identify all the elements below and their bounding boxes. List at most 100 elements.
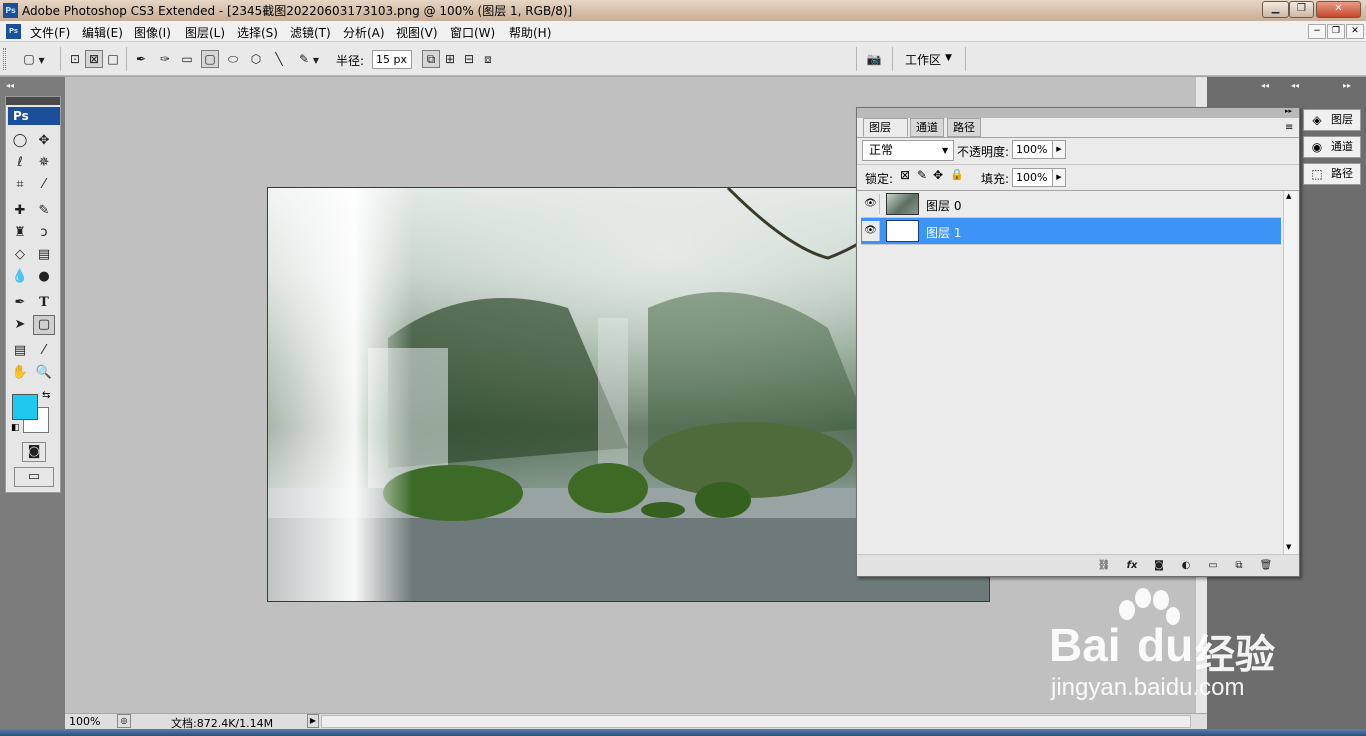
pen-tool[interactable]: ✒ xyxy=(9,293,31,313)
workspace-menu[interactable]: 工作区 xyxy=(905,51,941,68)
layer-style-icon[interactable]: fx xyxy=(1123,558,1141,573)
visibility-eye-icon[interactable]: 👁 xyxy=(862,194,880,214)
collapse-icon[interactable]: ◂◂ xyxy=(6,81,14,90)
layer-row-1[interactable]: 👁 图层 1 xyxy=(861,218,1281,245)
slice-tool[interactable]: ⁄ xyxy=(33,175,55,195)
adjustment-layer-icon[interactable]: ◐ xyxy=(1177,558,1195,573)
fill-slider-button[interactable]: ▶ xyxy=(1052,168,1066,187)
magic-wand-tool[interactable]: ✵ xyxy=(33,153,55,173)
new-group-icon[interactable]: ▭ xyxy=(1204,558,1222,573)
menu-image[interactable]: 图像(I) xyxy=(134,24,171,41)
lock-position-icon[interactable]: ✥ xyxy=(933,168,943,182)
rounded-rectangle-tool[interactable]: ▢ xyxy=(33,315,55,335)
horizontal-scrollbar[interactable] xyxy=(321,715,1191,728)
menu-analysis[interactable]: 分析(A) xyxy=(343,24,385,41)
blur-tool[interactable]: 💧 xyxy=(9,267,31,287)
hand-tool[interactable]: ✋ xyxy=(9,363,31,383)
foreground-color-swatch[interactable] xyxy=(12,394,38,420)
tab-layers[interactable]: 图层 × xyxy=(863,118,908,151)
panel-title-bar[interactable]: ▸▸ xyxy=(857,107,1299,118)
fill-pixels-button[interactable]: □ xyxy=(104,50,122,68)
notes-tool[interactable]: ▤ xyxy=(9,341,31,361)
menu-view[interactable]: 视图(V) xyxy=(396,24,438,41)
status-arrow-button[interactable]: ▶ xyxy=(307,714,319,728)
expand-icon[interactable]: ◂◂ xyxy=(1291,81,1299,90)
dock-layers-button[interactable]: ◈ 图层 xyxy=(1303,109,1361,131)
brush-tool[interactable]: ✎ xyxy=(33,201,55,221)
history-brush-tool[interactable]: ↄ xyxy=(33,223,55,243)
expand-icon[interactable]: ◂◂ xyxy=(1261,81,1269,90)
menu-layer[interactable]: 图层(L) xyxy=(185,24,225,41)
options-grip[interactable] xyxy=(3,48,6,70)
layer-row-0[interactable]: 👁 图层 0 xyxy=(861,191,1281,218)
intersect-shape-button[interactable]: ⧈ xyxy=(479,50,497,68)
scroll-down-icon[interactable]: ▼ xyxy=(1286,543,1291,551)
subtract-shape-button[interactable]: ⊟ xyxy=(460,50,478,68)
delete-layer-icon[interactable]: 🗑 xyxy=(1257,558,1275,573)
move-tool[interactable]: ✥ xyxy=(33,131,55,151)
collapse-panel-icon[interactable]: ▸▸ xyxy=(1285,107,1292,115)
visibility-eye-icon[interactable]: 👁 xyxy=(862,221,880,241)
bridge-button[interactable]: 📷 xyxy=(862,50,886,68)
panel-menu-icon[interactable]: ≡ xyxy=(1285,122,1293,133)
shape-layers-button[interactable]: ⊡ xyxy=(66,50,84,68)
default-colors-icon[interactable]: ◧ xyxy=(11,423,20,433)
zoom-tool[interactable]: 🔍 xyxy=(33,363,55,383)
marquee-tool[interactable]: ◯ xyxy=(9,131,31,151)
paths-mode-button[interactable]: ⊠ xyxy=(85,50,103,68)
dodge-tool[interactable]: ● xyxy=(33,267,55,287)
taskbar[interactable] xyxy=(0,729,1366,736)
add-mask-icon[interactable]: ◙ xyxy=(1150,558,1168,573)
type-tool[interactable]: T xyxy=(33,293,55,313)
eraser-tool[interactable]: ◇ xyxy=(9,245,31,265)
doc-restore-button[interactable]: ❐ xyxy=(1327,24,1345,39)
zoom-level[interactable]: 100% xyxy=(69,715,100,728)
quick-mask-button[interactable]: ◙ xyxy=(22,442,46,462)
menu-file[interactable]: 文件(F) xyxy=(30,24,70,41)
path-selection-tool[interactable]: ➤ xyxy=(9,315,31,335)
new-layer-icon[interactable]: ⧉ xyxy=(1230,558,1248,573)
menu-help[interactable]: 帮助(H) xyxy=(509,24,551,41)
gradient-tool[interactable]: ▤ xyxy=(33,245,55,265)
menu-select[interactable]: 选择(S) xyxy=(237,24,278,41)
menu-filter[interactable]: 滤镜(T) xyxy=(290,24,331,41)
layer-name[interactable]: 图层 0 xyxy=(926,197,961,214)
lock-all-icon[interactable]: 🔒 xyxy=(950,168,964,181)
pen-tool-button[interactable]: ✒ xyxy=(132,50,150,68)
menu-edit[interactable]: 编辑(E) xyxy=(82,24,123,41)
menu-window[interactable]: 窗口(W) xyxy=(450,24,495,41)
close-button[interactable]: ✕ xyxy=(1316,1,1361,18)
radius-input[interactable] xyxy=(372,50,412,69)
eyedropper-tool[interactable]: ⁄ xyxy=(33,341,55,361)
collapse-icon[interactable]: ▸▸ xyxy=(1343,81,1351,90)
link-layers-icon[interactable]: ⛓ xyxy=(1095,558,1113,573)
freeform-pen-button[interactable]: ✑ xyxy=(156,50,174,68)
lock-image-icon[interactable]: ✎ xyxy=(917,168,927,182)
crop-tool[interactable]: ⌗ xyxy=(9,175,31,195)
blend-mode-select[interactable]: 正常 ▼ xyxy=(862,140,954,161)
scroll-up-icon[interactable]: ▲ xyxy=(1286,192,1291,200)
tool-preset-picker[interactable]: ▢ ▼ xyxy=(16,50,52,68)
layers-scrollbar[interactable]: ▲ ▼ xyxy=(1283,191,1297,554)
rounded-rectangle-shape-button[interactable]: ▢ xyxy=(201,50,219,68)
toolbox-logo[interactable]: Ps xyxy=(8,107,60,125)
new-shape-layer-button[interactable]: ⧉ xyxy=(422,50,440,68)
lasso-tool[interactable]: ℓ xyxy=(9,153,31,173)
swap-colors-icon[interactable]: ⇆ xyxy=(42,390,50,401)
minimize-button[interactable]: ▁ xyxy=(1262,1,1289,18)
tab-paths[interactable]: 路径 xyxy=(947,118,981,137)
custom-shape-button[interactable]: ✎ ▼ xyxy=(292,50,326,68)
layer-name[interactable]: 图层 1 xyxy=(926,224,961,241)
healing-brush-tool[interactable]: ✚ xyxy=(9,201,31,221)
add-to-shape-button[interactable]: ⊞ xyxy=(441,50,459,68)
clone-stamp-tool[interactable]: ♜ xyxy=(9,223,31,243)
line-shape-button[interactable]: ╲ xyxy=(270,50,288,68)
tab-channels[interactable]: 通道 xyxy=(910,118,944,137)
lock-transparency-icon[interactable]: ⊠ xyxy=(900,168,910,182)
screen-mode-button[interactable]: ▭ xyxy=(14,467,54,487)
dock-channels-button[interactable]: ◉ 通道 xyxy=(1303,136,1361,158)
opacity-slider-button[interactable]: ▶ xyxy=(1052,140,1066,159)
status-menu-icon[interactable]: ◎ xyxy=(117,714,131,728)
doc-minimize-button[interactable]: − xyxy=(1308,24,1326,39)
rectangle-shape-button[interactable]: ▭ xyxy=(178,50,196,68)
